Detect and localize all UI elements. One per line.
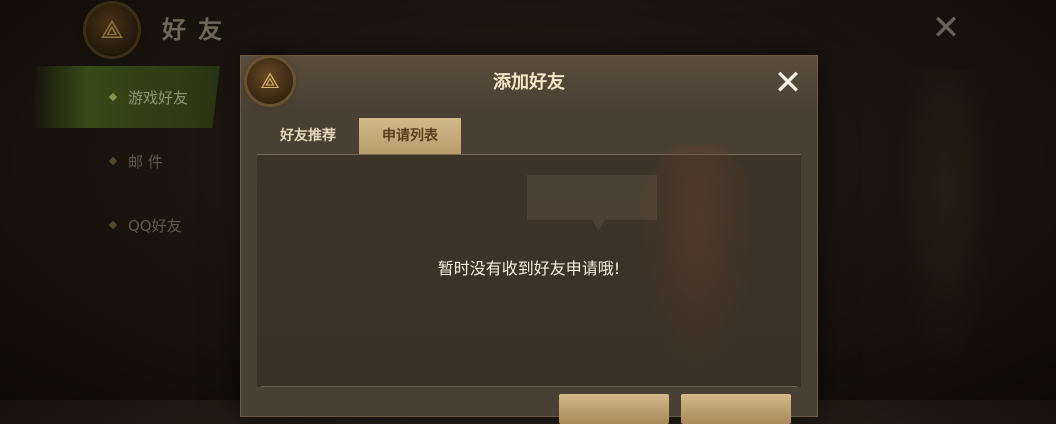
tab-request-list[interactable]: 申请列表	[359, 118, 461, 154]
empty-state-message: 暂时没有收到好友申请哦!	[437, 259, 621, 278]
request-list-panel: 暂时没有收到好友申请哦!	[257, 145, 801, 387]
tab-friend-recommend[interactable]: 好友推荐	[257, 118, 359, 154]
dialog-header: ⟁ 添加好友 ✕	[241, 56, 817, 108]
dialog-title: 添加好友	[493, 72, 565, 93]
footer-divider	[261, 386, 797, 387]
add-friend-dialog: ⟁ 添加好友 ✕ 好友推荐 申请列表 暂时没有收到好友申请哦!	[240, 55, 818, 424]
close-icon[interactable]: ✕	[771, 66, 805, 100]
footer-button-right[interactable]	[681, 394, 791, 424]
dialog-tabs: 好友推荐 申请列表	[257, 118, 461, 154]
footer-button-left[interactable]	[559, 394, 669, 424]
